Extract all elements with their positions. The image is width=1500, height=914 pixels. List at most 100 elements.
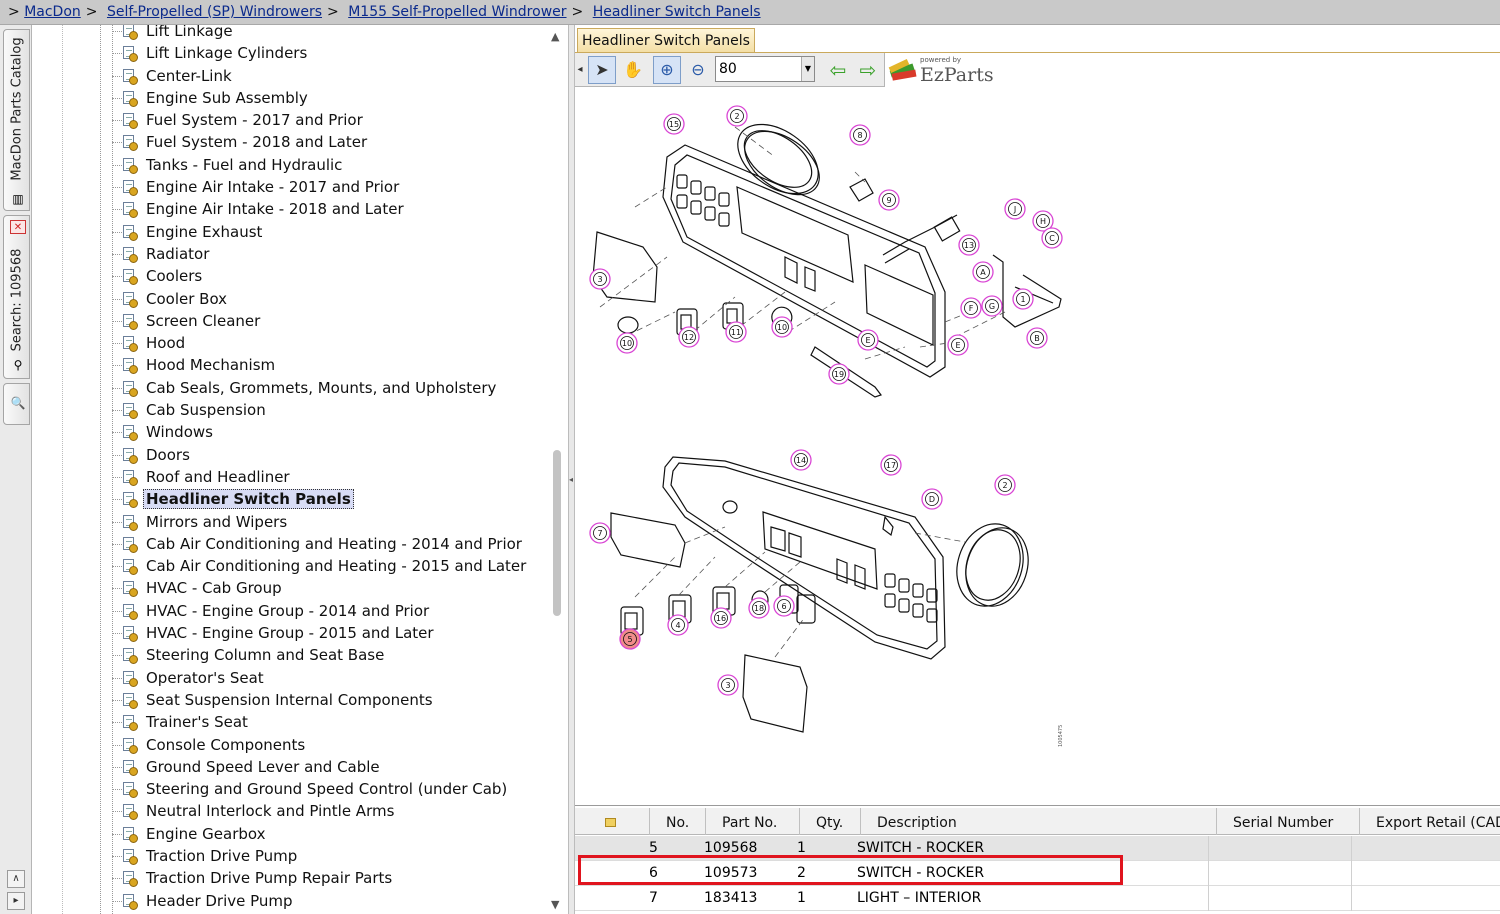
grid-col-no[interactable]: No. xyxy=(649,808,705,835)
tree-item[interactable]: Doors xyxy=(32,444,526,466)
forward-button[interactable]: ⇨ xyxy=(854,56,882,84)
tree-item[interactable]: Traction Drive Pump xyxy=(32,845,526,867)
tree-item[interactable]: Steering and Ground Speed Control (under… xyxy=(32,778,526,800)
back-button[interactable]: ⇦ xyxy=(824,56,852,84)
pan-tool-button[interactable]: ✋ xyxy=(619,56,647,84)
tree-item[interactable]: Screen Cleaner xyxy=(32,310,526,332)
callout-label[interactable]: 5 xyxy=(627,635,632,644)
callout-label[interactable]: 8 xyxy=(857,131,862,140)
scroll-up-icon[interactable]: ▲ xyxy=(551,30,559,43)
callout-label[interactable]: 2 xyxy=(734,112,739,121)
breadcrumb-link-current[interactable]: Headliner Switch Panels xyxy=(593,4,761,20)
tree-item[interactable]: Steering Column and Seat Base xyxy=(32,644,526,666)
tree-item[interactable]: Cab Seals, Grommets, Mounts, and Upholst… xyxy=(32,377,526,399)
tree-item[interactable]: Coolers xyxy=(32,265,526,287)
tree-item[interactable]: Engine Air Intake - 2018 and Later xyxy=(32,198,526,220)
grid-col-description[interactable]: Description xyxy=(860,808,1216,835)
breadcrumb-link-macdon[interactable]: MacDon xyxy=(24,4,81,20)
tree-item[interactable]: Mirrors and Wipers xyxy=(32,511,526,533)
tree-item[interactable]: Console Components xyxy=(32,734,526,756)
tree-item[interactable]: Engine Exhaust xyxy=(32,221,526,243)
tree-item[interactable]: Fuel System - 2018 and Later xyxy=(32,131,526,153)
tree-item[interactable]: Traction Drive Pump Repair Parts xyxy=(32,867,526,889)
tree-item[interactable]: Operator's Seat xyxy=(32,667,526,689)
tab-parts-catalog[interactable]: MacDon Parts Catalog ▥ xyxy=(3,29,30,211)
select-tool-button[interactable]: ➤ xyxy=(588,56,616,84)
breadcrumb-link-m155[interactable]: M155 Self-Propelled Windrower xyxy=(348,4,566,20)
tree-item[interactable]: Cooler Box xyxy=(32,288,526,310)
callout-label[interactable]: 16 xyxy=(716,614,726,623)
callout-label[interactable]: 14 xyxy=(796,456,806,465)
tree-item[interactable]: Cab Air Conditioning and Heating - 2015 … xyxy=(32,555,526,577)
callout-label[interactable]: 1 xyxy=(1020,295,1025,304)
callout-label[interactable]: 6 xyxy=(781,602,786,611)
scroll-down-icon[interactable]: ▼ xyxy=(551,898,559,911)
tree-item[interactable]: Ground Speed Lever and Cable xyxy=(32,756,526,778)
callout-label[interactable]: D xyxy=(929,495,935,504)
zoom-out-button[interactable]: ⊖ xyxy=(684,56,712,84)
callout-label[interactable]: 2 xyxy=(1002,481,1007,490)
callout-label[interactable]: 13 xyxy=(964,241,974,250)
tree-scrollbar[interactable]: ▲ ▼ xyxy=(547,28,567,914)
tree-item[interactable]: HVAC - Engine Group - 2015 and Later xyxy=(32,622,526,644)
tree-item[interactable]: Seat Suspension Internal Components xyxy=(32,689,526,711)
tree-item[interactable]: HVAC - Cab Group xyxy=(32,577,526,599)
callout-label[interactable]: 9 xyxy=(886,196,891,205)
callout-label[interactable]: 18 xyxy=(754,604,764,613)
callout-label[interactable]: 12 xyxy=(684,333,694,342)
breadcrumb-link-sp-windrowers[interactable]: Self-Propelled (SP) Windrowers xyxy=(107,4,322,20)
callout-label[interactable]: J xyxy=(1013,205,1016,214)
tree-item[interactable]: Fuel System - 2017 and Prior xyxy=(32,109,526,131)
tree-item[interactable]: Lift Linkage xyxy=(32,25,526,42)
grid-col-export-retail[interactable]: Export Retail (CAD xyxy=(1359,808,1500,835)
zoom-in-button[interactable]: ⊕ xyxy=(653,56,681,84)
tree-item[interactable]: Hood xyxy=(32,332,526,354)
tab-headliner-switch-panels[interactable]: Headliner Switch Panels xyxy=(577,28,755,53)
tree-item[interactable]: Lift Linkage Cylinders xyxy=(32,42,526,64)
zoom-level-select[interactable]: 80 ▼ xyxy=(715,56,815,82)
callout-label[interactable]: E xyxy=(955,341,960,350)
scroll-thumb[interactable] xyxy=(553,450,561,616)
tree-item[interactable]: Center-Link xyxy=(32,65,526,87)
tree-item[interactable]: Engine Gearbox xyxy=(32,823,526,845)
tree-item[interactable]: Engine Sub Assembly xyxy=(32,87,526,109)
tree-item[interactable]: Tanks - Fuel and Hydraulic xyxy=(32,154,526,176)
close-icon[interactable]: ✕ xyxy=(10,220,26,234)
pin-button[interactable]: ▸ xyxy=(7,892,25,910)
callout-label[interactable]: F xyxy=(969,304,974,313)
pane-splitter[interactable]: ◂ xyxy=(568,25,575,914)
callout-label[interactable]: E xyxy=(865,336,870,345)
toolbar-left-arrow-icon[interactable]: ◂ xyxy=(575,56,585,84)
callout-label[interactable]: 10 xyxy=(622,339,632,348)
callout-label[interactable]: B xyxy=(1034,334,1040,343)
callout-label[interactable]: 3 xyxy=(725,681,730,690)
callout-label[interactable]: 17 xyxy=(886,461,896,470)
tree-item[interactable]: Header Drive Pump xyxy=(32,890,526,912)
callout-label[interactable]: C xyxy=(1049,234,1055,243)
collapse-up-button[interactable]: ∧ xyxy=(7,870,25,888)
callout-label[interactable]: 4 xyxy=(675,621,680,630)
parts-diagram[interactable]: 15 2 8 9 J HC 13 A F G 1 B E E 19 10 12 11 10 3 14 17 D 2 7 5 4 16 1… xyxy=(575,87,1500,799)
tree-item[interactable]: Headliner Switch Panels xyxy=(32,488,526,510)
tab-search[interactable]: ✕ Search: 109568 ⚲ xyxy=(3,215,30,379)
callout-label[interactable]: G xyxy=(989,302,995,311)
grid-col-serial[interactable]: Serial Number xyxy=(1216,808,1359,835)
table-row[interactable]: 7 183413 1 LIGHT – INTERIOR xyxy=(575,886,1500,911)
tree-item[interactable]: Hood Mechanism xyxy=(32,354,526,376)
tree-item[interactable]: HVAC - Engine Group - 2014 and Prior xyxy=(32,600,526,622)
tree-item[interactable]: Cab Suspension xyxy=(32,399,526,421)
callout-label[interactable]: 3 xyxy=(597,275,602,284)
callout-label[interactable]: 19 xyxy=(834,370,844,379)
grid-col-part-no[interactable]: Part No. xyxy=(705,808,799,835)
callout-label[interactable]: 7 xyxy=(597,529,602,538)
tree-item[interactable]: Radiator xyxy=(32,243,526,265)
callout-label[interactable]: 10 xyxy=(777,323,787,332)
callout-label[interactable]: 11 xyxy=(731,328,741,337)
tree-item[interactable]: Engine Air Intake - 2017 and Prior xyxy=(32,176,526,198)
tree-item[interactable]: Windows xyxy=(32,421,526,443)
grid-col-qty[interactable]: Qty. xyxy=(799,808,860,835)
tree-item[interactable]: Neutral Interlock and Pintle Arms xyxy=(32,800,526,822)
callout-label[interactable]: H xyxy=(1040,217,1046,226)
tree-item[interactable]: Trainer's Seat xyxy=(32,711,526,733)
chevron-down-icon[interactable]: ▼ xyxy=(801,57,814,81)
